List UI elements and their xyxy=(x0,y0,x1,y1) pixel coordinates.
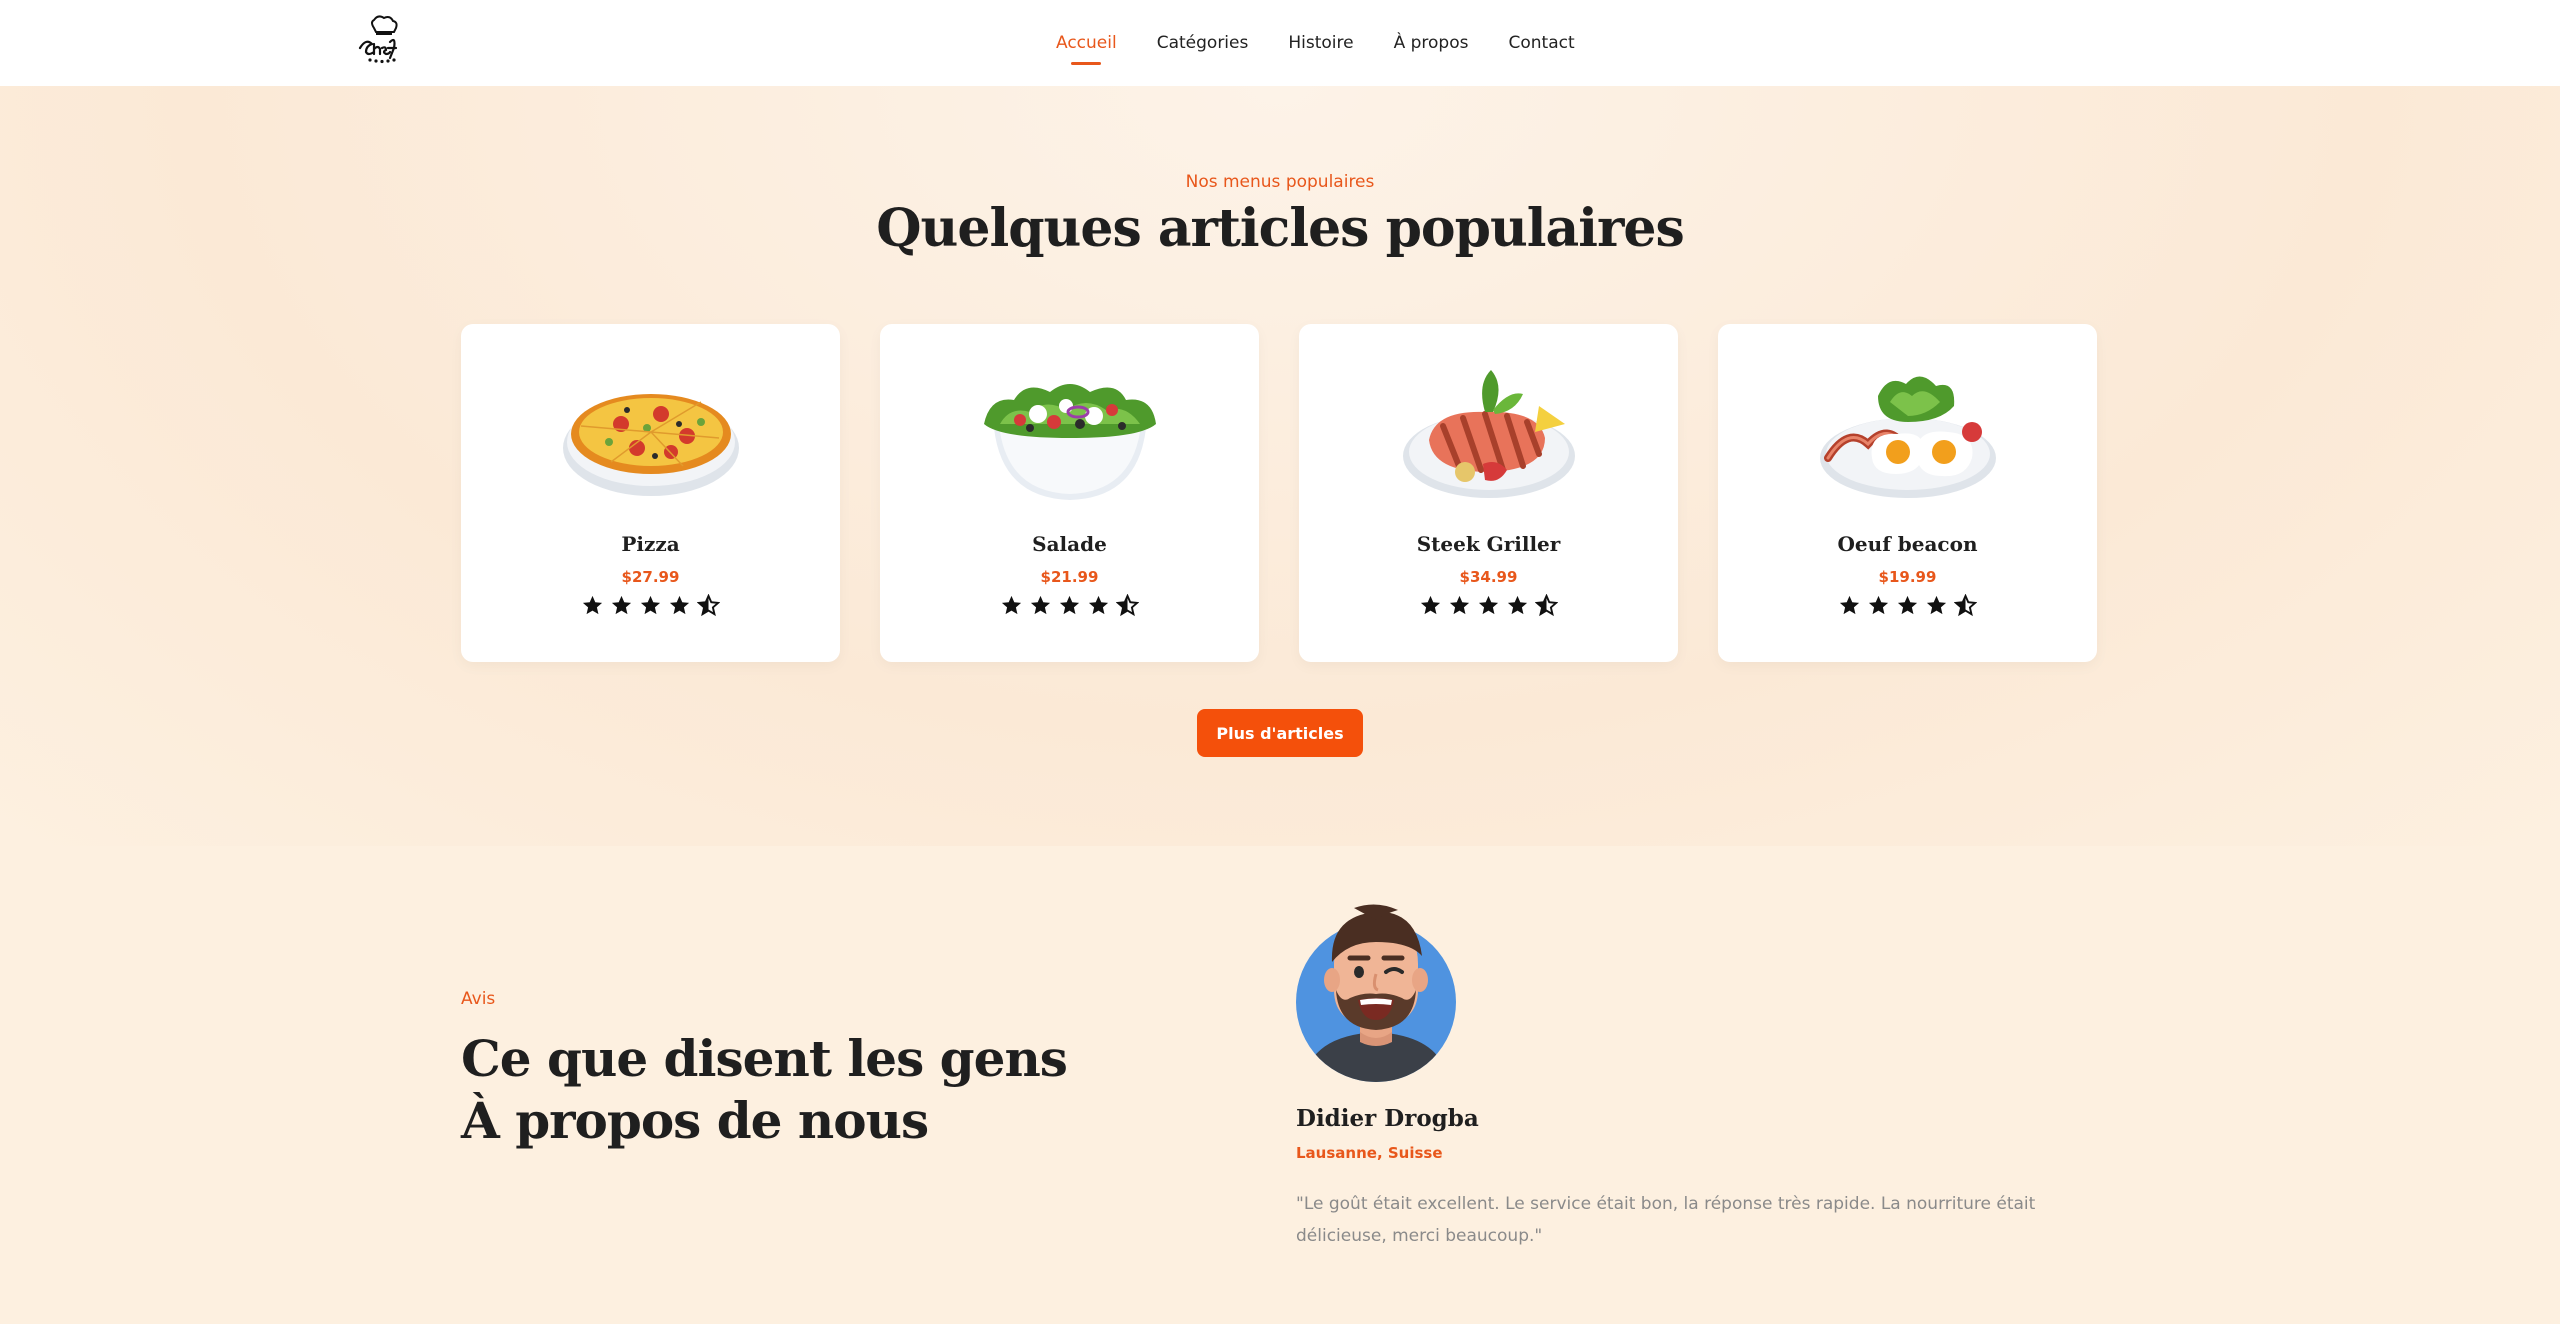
star-half-icon xyxy=(1116,594,1139,617)
star-filled-icon xyxy=(640,595,661,615)
testimonial-title-line1: Ce que disent les gens xyxy=(461,1029,1068,1088)
star-filled-icon xyxy=(1868,595,1889,615)
menu-card-pizza[interactable]: Pizza $27.99 xyxy=(461,324,840,662)
rating-stars xyxy=(1718,594,2097,617)
star-filled-icon xyxy=(1059,595,1080,615)
reviewer-avatar xyxy=(1296,904,1456,1082)
star-filled-icon xyxy=(1088,595,1109,615)
menu-card-price: $21.99 xyxy=(1040,568,1099,586)
menu-card-salade[interactable]: Salade $21.99 xyxy=(880,324,1259,662)
reviewer-name: Didier Drogba xyxy=(1296,1105,1479,1132)
menu-card-name: Steek Griller xyxy=(1416,532,1561,556)
rating-stars xyxy=(461,594,840,617)
nav-link-histoire[interactable]: Histoire xyxy=(1288,27,1353,59)
star-filled-icon xyxy=(1839,595,1860,615)
nav-link-a-propos[interactable]: À propos xyxy=(1394,27,1469,59)
star-filled-icon xyxy=(1449,595,1470,615)
star-filled-icon xyxy=(1030,595,1051,615)
menu-card-name: Pizza xyxy=(621,532,680,556)
nav-link-accueil[interactable]: Accueil xyxy=(1056,27,1117,59)
popular-cards: Pizza $27.99 Salade $21.99 Steek Griller… xyxy=(461,324,2097,662)
star-filled-icon xyxy=(1478,595,1499,615)
rating-stars xyxy=(1299,594,1678,617)
nav-link-contact[interactable]: Contact xyxy=(1508,27,1574,59)
menu-card-steek-griller[interactable]: Steek Griller $34.99 xyxy=(1299,324,1678,662)
popular-section: Nos menus populaires Quelques articles p… xyxy=(0,86,2560,846)
more-articles-button[interactable]: Plus d'articles xyxy=(1197,709,1363,757)
star-half-icon xyxy=(1535,594,1558,617)
testimonial-quote: "Le goût était excellent. Le service éta… xyxy=(1296,1194,2036,1246)
rating-stars xyxy=(880,594,1259,617)
popular-eyebrow: Nos menus populaires xyxy=(1185,172,1375,192)
menu-card-price: $27.99 xyxy=(621,568,680,586)
reviewer-location: Lausanne, Suisse xyxy=(1296,1144,1443,1162)
egg-bacon-image xyxy=(1820,376,1996,498)
star-filled-icon xyxy=(582,595,603,615)
testimonial-title-line2: À propos de nous xyxy=(461,1091,929,1150)
testimonial-eyebrow: Avis xyxy=(461,989,496,1009)
site-header: Accueil Catégories Histoire À propos Con… xyxy=(0,0,2560,86)
star-half-icon xyxy=(697,594,720,617)
testimonial-title: Ce que disent les gens À propos de nous xyxy=(461,1028,1161,1152)
star-filled-icon xyxy=(611,595,632,615)
nav-link-categories[interactable]: Catégories xyxy=(1157,27,1249,59)
star-filled-icon xyxy=(1926,595,1947,615)
chef-logo-icon[interactable] xyxy=(352,14,412,66)
star-filled-icon xyxy=(1001,595,1022,615)
star-filled-icon xyxy=(1420,595,1441,615)
star-filled-icon xyxy=(1897,595,1918,615)
popular-title: Quelques articles populaires xyxy=(876,198,1684,259)
star-filled-icon xyxy=(669,595,690,615)
salad-image xyxy=(984,384,1156,500)
menu-card-oeuf-beacon[interactable]: Oeuf beacon $19.99 xyxy=(1718,324,2097,662)
menu-card-name: Oeuf beacon xyxy=(1837,532,1978,556)
main-nav: Accueil Catégories Histoire À propos Con… xyxy=(1056,0,1575,86)
star-filled-icon xyxy=(1507,595,1528,615)
menu-card-name: Salade xyxy=(1032,532,1107,556)
star-half-icon xyxy=(1954,594,1977,617)
grilled-steak-image xyxy=(1403,370,1575,498)
pizza-image xyxy=(563,394,739,496)
menu-card-price: $19.99 xyxy=(1878,568,1937,586)
menu-card-price: $34.99 xyxy=(1459,568,1518,586)
